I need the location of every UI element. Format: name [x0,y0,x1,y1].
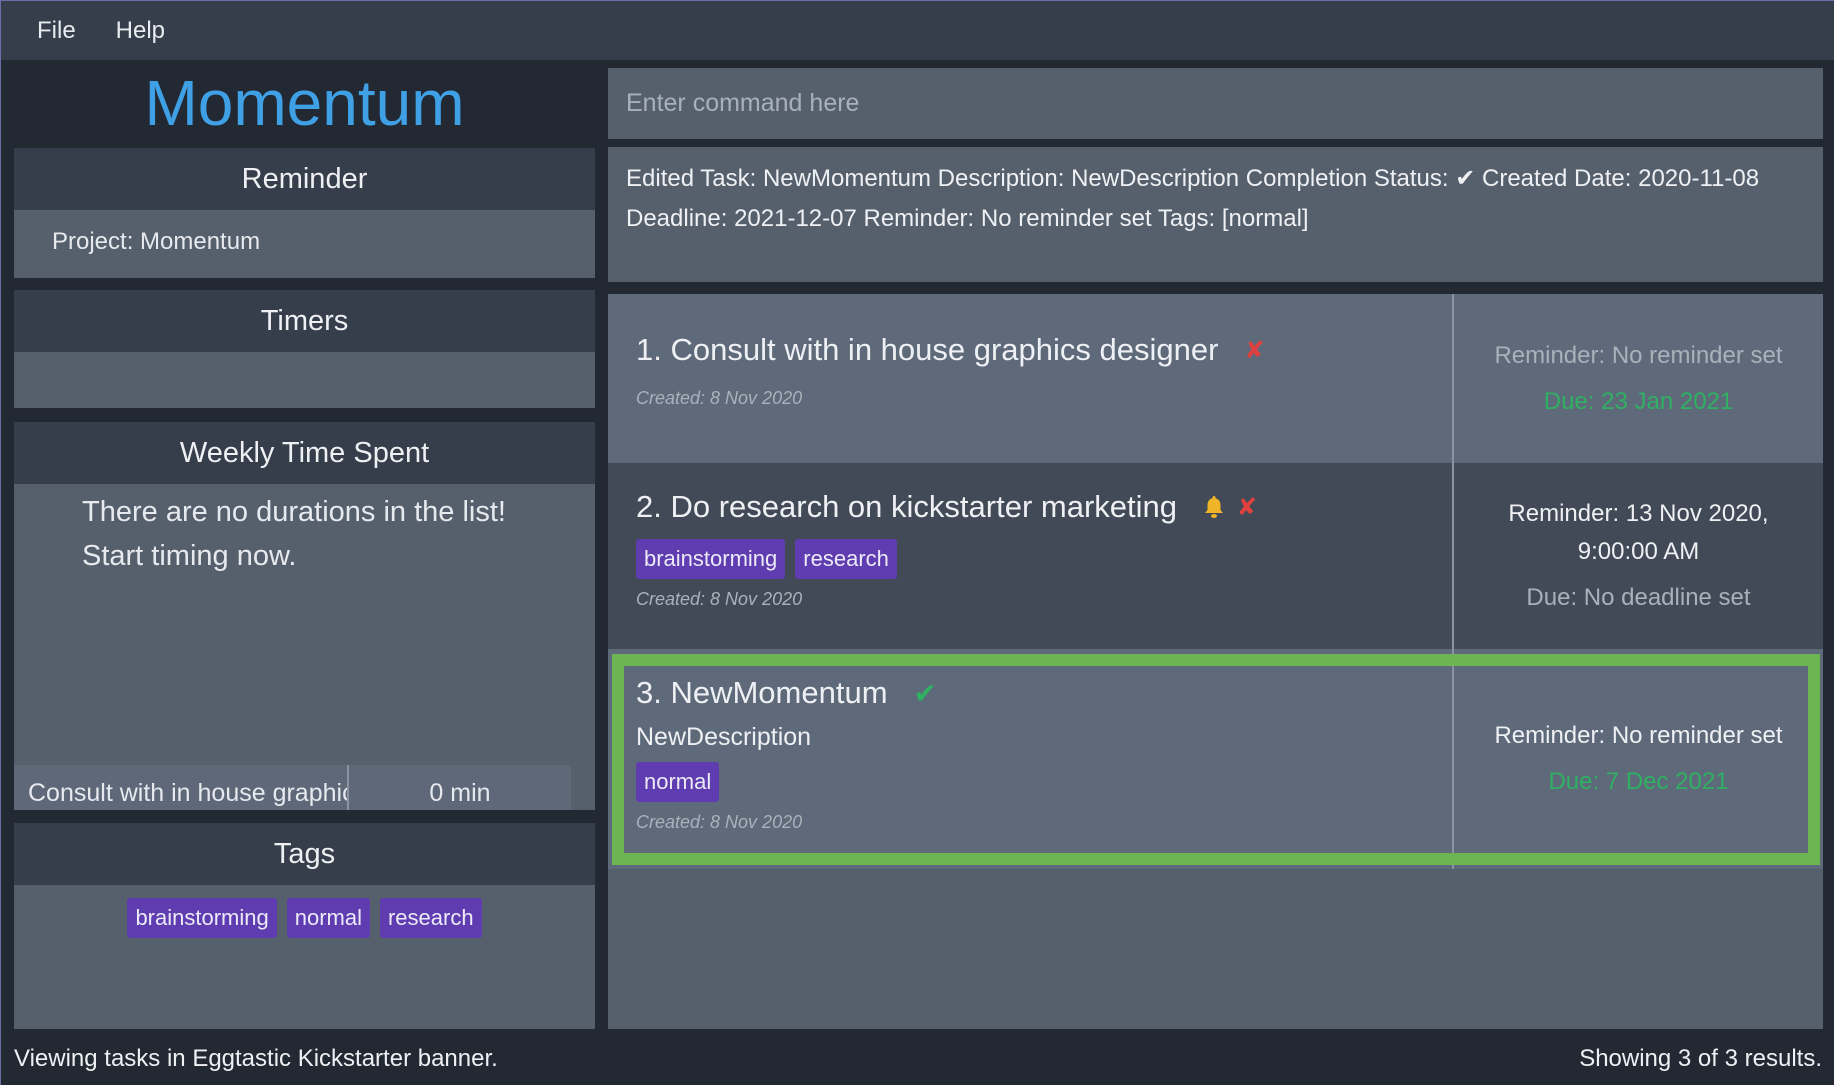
weekly-time-panel: Weekly Time Spent There are no durations… [14,422,595,810]
empty-line-2: Start timing now. [82,540,297,572]
complete-check-icon: ✔ [913,677,937,709]
result-line-1: Edited Task: NewMomentum Description: Ne… [626,165,1760,192]
task-reminder: Reminder: No reminder set [1494,722,1783,749]
duration-row[interactable]: Consult with in house graphic... 0 min [14,765,571,810]
incomplete-cross-icon: ✘ [1237,493,1258,521]
reminder-panel: Reminder Project: Momentum [14,148,595,278]
task-list: 1. Consult with in house graphics design… [608,294,1823,1029]
tag-brainstorming: brainstorming [127,898,277,938]
task-title-row: 1. Consult with in house graphics design… [636,294,1452,368]
task-card[interactable]: 1. Consult with in house graphics design… [608,294,1823,463]
status-message: Viewing tasks in Eggtastic Kickstarter b… [14,1045,498,1072]
task-main: 1. Consult with in house graphics design… [608,294,1452,463]
task-card[interactable]: 2. Do research on kickstarter marketing … [608,463,1823,649]
tag-normal: normal [286,898,370,938]
task-tags: brainstorming research [636,539,1452,579]
menu-help[interactable]: Help [116,17,165,45]
task-title: 3. NewMomentum [636,675,888,710]
duration-value: 0 min [429,779,491,807]
task-card-selected[interactable]: 3. NewMomentum ✔ NewDescription normal C… [608,649,1823,869]
result-line-2: Deadline: 2021-12-07 Reminder: No remind… [626,205,1309,232]
task-due: Due: 7 Dec 2021 [1548,768,1729,795]
empty-line-1: There are no durations in the list! [82,496,506,528]
tag-normal: normal [636,762,720,802]
bell-icon [1205,496,1223,518]
task-reminder-date: Reminder: 13 Nov 2020, [1508,500,1769,527]
command-input[interactable] [608,68,1823,139]
app-title: Momentum [144,67,465,139]
task-tags: normal [636,762,1452,802]
reminder-header: Reminder [14,148,595,210]
weekly-header: Weekly Time Spent [14,422,595,484]
result-display: Edited Task: NewMomentum Description: Ne… [608,147,1823,282]
task-meta: Reminder: 13 Nov 2020, 9:00:00 AM Due: N… [1452,463,1823,649]
task-title: 2. Do research on kickstarter marketing [636,489,1177,524]
task-created: Created: 8 Nov 2020 [636,589,803,609]
tag-list: brainstorming normal research [14,885,595,938]
task-due: Due: 23 Jan 2021 [1543,387,1734,415]
task-title-row: 3. NewMomentum ✔ [636,649,1452,711]
tag-research: research [795,539,897,579]
task-title: 1. Consult with in house graphics design… [636,332,1219,367]
tag-research: research [379,898,482,938]
tag-brainstorming: brainstorming [636,539,786,579]
task-created: Created: 8 Nov 2020 [636,812,803,832]
tags-panel: Tags brainstorming normal research [14,823,595,1029]
task-description: NewDescription [636,723,812,751]
task-title-row: 2. Do research on kickstarter marketing … [636,463,1452,525]
task-due: Due: No deadline set [1526,584,1751,611]
task-meta: Reminder: No reminder set Due: 7 Dec 202… [1452,649,1823,869]
task-main: 3. NewMomentum ✔ NewDescription normal C… [608,649,1452,869]
incomplete-cross-icon: ✘ [1244,336,1265,364]
results-count: Showing 3 of 3 results. [1579,1045,1822,1072]
task-created: Created: 8 Nov 2020 [636,388,803,408]
timers-header: Timers [14,290,595,352]
task-reminder: Reminder: No reminder set [1494,341,1783,369]
tags-header: Tags [14,823,595,885]
menu-file[interactable]: File [37,17,76,45]
weekly-empty-message: There are no durations in the list! Star… [14,484,595,578]
menu-bar: File Help [1,1,1834,60]
duration-task-name: Consult with in house graphic... [14,765,349,810]
task-reminder-time: 9:00:00 AM [1577,538,1700,565]
task-main: 2. Do research on kickstarter marketing … [608,463,1452,649]
task-meta: Reminder: No reminder set Due: 23 Jan 20… [1452,294,1823,463]
reminder-content: Project: Momentum [52,228,261,255]
timers-panel: Timers [14,290,595,408]
